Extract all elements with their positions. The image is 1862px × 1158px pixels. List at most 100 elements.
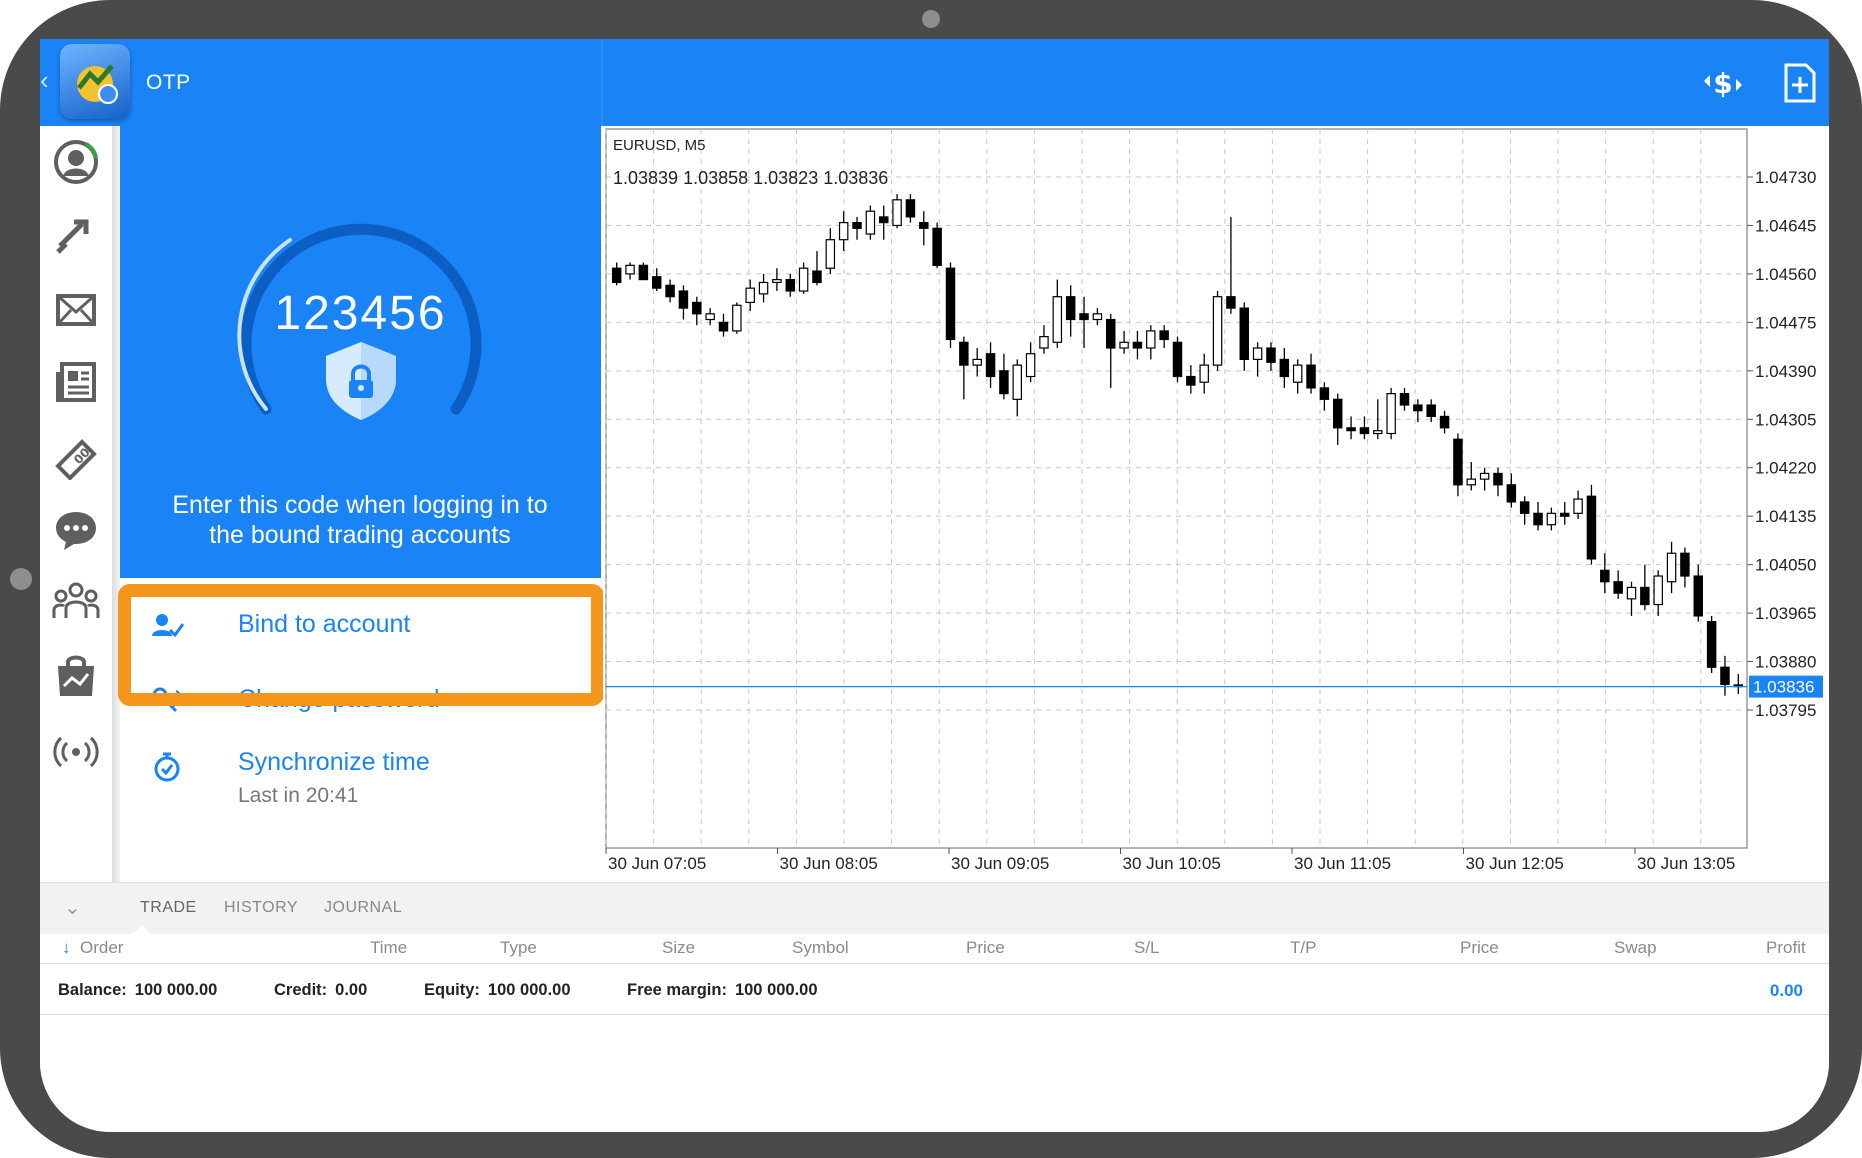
tab-history[interactable]: HISTORY <box>224 899 298 917</box>
column-profit[interactable]: Profit <box>1766 938 1806 958</box>
last-sync-time: Last in 20:41 <box>238 784 359 807</box>
column-order[interactable]: Order <box>80 938 123 958</box>
mail-icon[interactable] <box>52 286 100 334</box>
toolbox: ⌄ TRADE HISTORY JOURNAL ↓ Order Time Typ… <box>40 882 1829 1132</box>
trade-icon[interactable] <box>52 212 100 260</box>
y-tick-label: 1.03795 <box>1755 701 1816 720</box>
price-chart[interactable]: 1.04730 1.04645 1.04560 1.04475 1.04390 1.043… <box>603 126 1829 882</box>
candle-bull <box>1025 353 1036 378</box>
candle-bull <box>1386 393 1396 435</box>
column-tp[interactable]: T/P <box>1290 938 1316 958</box>
column-current-price[interactable]: Price <box>1460 938 1499 958</box>
chat-icon[interactable] <box>52 506 100 554</box>
candle-bull <box>838 222 849 241</box>
candle-bear <box>1493 472 1503 486</box>
candle-bear <box>1506 484 1517 503</box>
calendar-icon[interactable]: 00 <box>52 432 100 481</box>
x-tick-label: 30 Jun 09:05 <box>951 854 1049 873</box>
x-tick-label: 30 Jun 07:05 <box>608 854 706 873</box>
candle-bear <box>1279 358 1290 378</box>
candle-bull <box>1666 552 1677 583</box>
candle-bear <box>878 216 889 224</box>
candle-bear <box>852 222 862 229</box>
candle-bull <box>1546 512 1557 526</box>
y-tick-label: 1.04220 <box>1755 459 1816 478</box>
candle-bear <box>1239 307 1250 361</box>
y-tick-label: 1.03880 <box>1755 653 1816 672</box>
column-time[interactable]: Time <box>370 938 407 958</box>
balance-row: Balance: 100 000.00 Credit: 0.00 Equity: 10… <box>40 965 1829 1015</box>
sort-down-arrow-icon[interactable]: ↓ <box>62 938 71 958</box>
candle-bear <box>1186 375 1196 386</box>
candle-bear <box>1720 666 1730 685</box>
chart-symbol: EURUSD, M5 <box>613 137 706 154</box>
sidebar-divider <box>112 126 120 882</box>
column-size[interactable]: Size <box>662 938 695 958</box>
candle-bear <box>1172 341 1183 378</box>
side-button <box>10 568 32 590</box>
app-logo[interactable] <box>60 44 130 119</box>
total-profit: 0.00 <box>1769 981 1803 1000</box>
candle-bull <box>732 304 742 332</box>
tab-trade[interactable]: TRADE <box>140 899 197 917</box>
candle-bear <box>1559 512 1570 517</box>
column-type[interactable]: Type <box>500 938 537 958</box>
otp-hint: Enter this code when logging in to the b… <box>172 491 548 549</box>
column-sl[interactable]: S/L <box>1134 938 1160 958</box>
page-title: OTP <box>146 71 191 94</box>
column-swap[interactable]: Swap <box>1614 938 1657 958</box>
candle-bear <box>1439 415 1450 429</box>
candle-bull <box>1573 498 1583 514</box>
chart-area[interactable]: 1.04730 1.04645 1.04560 1.04475 1.04390 1.043… <box>603 126 1829 882</box>
community-icon[interactable] <box>52 578 100 626</box>
y-tick-label: 1.04730 <box>1755 168 1816 187</box>
candle-bear <box>985 353 996 378</box>
candle-bear <box>1065 296 1076 321</box>
y-tick-label: 1.04305 <box>1755 410 1816 429</box>
y-tick-label: 1.04050 <box>1755 556 1816 575</box>
signals-icon[interactable] <box>52 726 100 774</box>
otp-panel: 123456 Enter this code when logging in t… <box>120 126 601 578</box>
candle-bear <box>1359 427 1370 435</box>
news-icon[interactable] <box>52 358 100 406</box>
candle-bull <box>1012 364 1023 400</box>
candle-bear <box>1426 404 1436 418</box>
account-icon[interactable] <box>52 138 100 186</box>
otp-code: 123456 <box>274 287 447 340</box>
chevron-down-icon[interactable]: ⌄ <box>64 895 81 920</box>
candle-bear <box>1306 364 1316 389</box>
candle-bull <box>705 313 715 321</box>
column-symbol[interactable]: Symbol <box>792 938 849 958</box>
y-tick-label: 1.04390 <box>1755 362 1816 381</box>
tab-journal[interactable]: JOURNAL <box>324 899 402 917</box>
screen: ‹ OTP $ 00 123456 Enter this code when l… <box>40 39 1829 1132</box>
candle-bull <box>758 281 769 295</box>
timer-icon <box>150 750 184 782</box>
candle-bull <box>1039 336 1049 349</box>
column-price[interactable]: Price <box>966 938 1005 958</box>
candle-bull <box>865 210 876 235</box>
candle-bull <box>1626 586 1637 600</box>
candle-bear <box>1319 387 1330 400</box>
ohlc-readout: 1.03839 1.03858 1.03823 1.03836 <box>613 168 888 188</box>
candle-bear <box>1266 347 1276 363</box>
chevron-left-icon[interactable]: ‹ <box>40 65 49 96</box>
market-icon[interactable] <box>52 652 100 700</box>
x-tick-label: 30 Jun 08:05 <box>780 854 878 873</box>
candle-bull <box>1199 364 1209 383</box>
x-tick-label: 30 Jun 10:05 <box>1123 854 1221 873</box>
camera <box>922 10 940 28</box>
candle-bear <box>1159 330 1169 341</box>
candle-bear <box>1613 581 1623 594</box>
credit-value: 0.00 <box>335 981 368 999</box>
add-document-icon[interactable] <box>1780 61 1826 105</box>
currency-exchange-icon[interactable]: $ <box>1700 61 1746 105</box>
candle-bear <box>1399 393 1410 406</box>
equity-label: Equity: <box>424 981 480 999</box>
candle-bear <box>1533 512 1543 526</box>
app-header: ‹ OTP $ <box>40 39 1829 126</box>
y-tick-label: 1.04645 <box>1755 216 1816 235</box>
candle-bear <box>945 267 956 341</box>
synchronize-time-button[interactable]: Synchronize time Last in 20:41 <box>120 728 601 818</box>
candle-bear <box>1105 318 1116 349</box>
